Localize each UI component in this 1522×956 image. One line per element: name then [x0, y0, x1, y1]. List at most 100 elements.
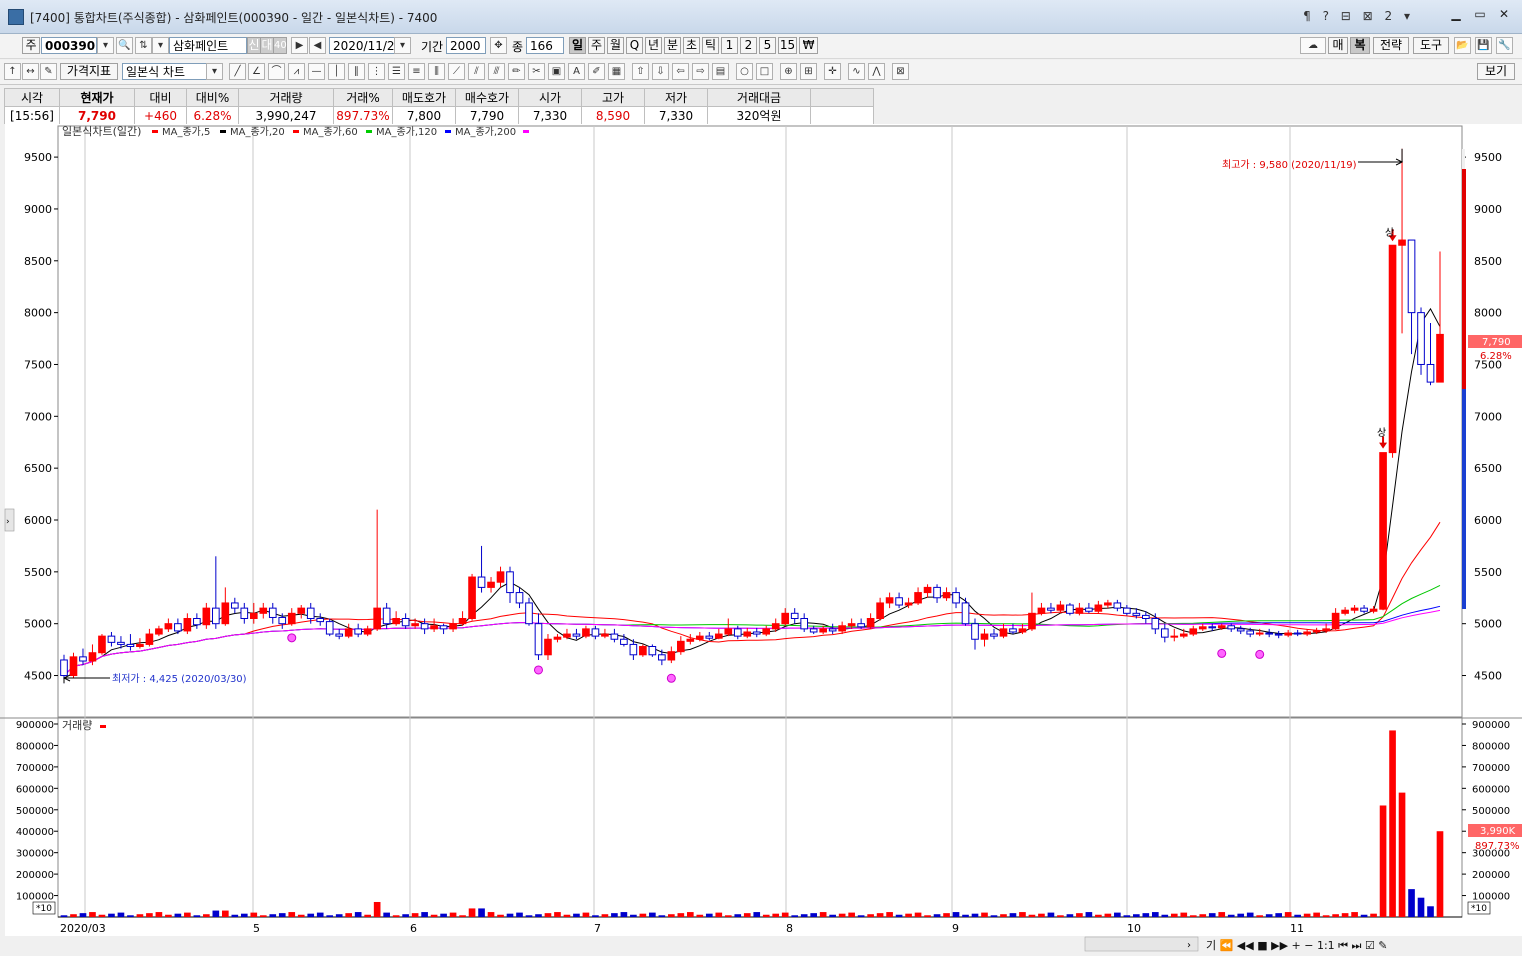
- memo-icon[interactable]: ▤: [712, 63, 729, 80]
- wave-icon[interactable]: ∿: [848, 63, 865, 80]
- scroll-right-icon[interactable]: ›: [1187, 940, 1191, 951]
- chart-area[interactable]: 4500 4500 5000 5000 5500 5500 6000 6000 6500 6500…: [0, 124, 1522, 953]
- color-icon[interactable]: ▣: [548, 63, 565, 80]
- fan-tool-icon[interactable]: ⩘: [288, 63, 305, 80]
- date-input[interactable]: 2020/11/26: [329, 37, 395, 54]
- maximize-button[interactable]: ▭: [1470, 6, 1490, 22]
- interval-year[interactable]: 년: [645, 37, 662, 54]
- volume-bar: [1095, 914, 1102, 917]
- expand-icon[interactable]: ↔: [22, 63, 39, 80]
- move-icon[interactable]: ✥: [490, 37, 507, 54]
- interval-quarter[interactable]: Q: [626, 37, 643, 54]
- trend-icon[interactable]: ⟋: [448, 63, 465, 80]
- interval-5[interactable]: 5: [759, 37, 776, 54]
- interval-second[interactable]: 초: [683, 37, 700, 54]
- tools-button[interactable]: 도구: [1413, 37, 1449, 54]
- edit-icon[interactable]: ✎: [40, 63, 57, 80]
- count-input[interactable]: 166: [526, 37, 564, 54]
- candle-body: [420, 623, 429, 630]
- circle-icon[interactable]: ○: [736, 63, 753, 80]
- volume-bar: [1341, 913, 1349, 917]
- volume-bar: [639, 913, 647, 917]
- interval-tick[interactable]: 틱: [702, 37, 719, 54]
- zoom-area-icon[interactable]: ⊞: [800, 63, 817, 80]
- close-button[interactable]: ✕: [1494, 6, 1514, 22]
- grid-icon[interactable]: ⋮: [368, 63, 385, 80]
- delete-all-icon[interactable]: ⊠: [892, 63, 909, 80]
- interval-15[interactable]: 15: [778, 37, 797, 54]
- volume-bar: [800, 914, 808, 917]
- price-volume-chart[interactable]: 4500 45005000 50005500 55006000 60006500 6500…: [0, 124, 1522, 953]
- playback-controls[interactable]: 기 ⏪ ◀◀ ■ ▶▶ + − 1:1 ⏮ ⏭ ☑ ✎: [1206, 939, 1388, 952]
- trade-button[interactable]: 매: [1328, 37, 1348, 54]
- image-icon[interactable]: ▦: [608, 63, 625, 80]
- candle-body: [515, 592, 524, 604]
- parallel-icon[interactable]: ⫽: [468, 63, 485, 80]
- indicator-button[interactable]: 가격지표: [60, 63, 118, 80]
- dropdown-icon[interactable]: ▾: [206, 63, 223, 80]
- volume-tick-label: 500000: [16, 806, 54, 817]
- candle-body: [212, 607, 220, 625]
- restore-button[interactable]: 복: [1350, 37, 1370, 54]
- note-icon[interactable]: ✐: [588, 63, 605, 80]
- dropdown-icon[interactable]: ▾: [152, 37, 169, 54]
- sort-icon[interactable]: ⇅: [135, 37, 152, 54]
- interval-minute[interactable]: 분: [664, 37, 681, 54]
- minimize-button[interactable]: ▁: [1446, 6, 1466, 22]
- vertical-line-icon[interactable]: │: [328, 63, 345, 80]
- gann-icon[interactable]: ⫻: [488, 63, 505, 80]
- zigzag-icon[interactable]: ⋀: [868, 63, 885, 80]
- interval-2[interactable]: 2: [740, 37, 757, 54]
- interval-month[interactable]: 월: [607, 37, 624, 54]
- title-tools[interactable]: ¶ ? ⊟ ⊠ 2 ▾: [1303, 9, 1414, 23]
- interval-1[interactable]: 1: [721, 37, 738, 54]
- dropdown-icon[interactable]: ▾: [97, 37, 114, 54]
- text-icon[interactable]: A: [568, 63, 585, 80]
- channel-icon[interactable]: ⫼: [428, 63, 445, 80]
- arc-tool-icon[interactable]: ⌒: [268, 63, 285, 80]
- zoom-icon[interactable]: ⊕: [780, 63, 797, 80]
- up-arrow-icon[interactable]: ↑: [4, 63, 21, 80]
- crosshair-icon[interactable]: ✛: [824, 63, 841, 80]
- save-icon[interactable]: 💾: [1475, 37, 1492, 54]
- arrow-right-icon[interactable]: ⇨: [692, 63, 709, 80]
- horizontal-line-icon[interactable]: —: [308, 63, 325, 80]
- period-input[interactable]: 2000: [446, 37, 486, 54]
- volume-bar: [297, 914, 305, 917]
- scrollbar[interactable]: [1084, 936, 1199, 952]
- upper-limit-mark: 상: [1377, 427, 1386, 439]
- interval-day[interactable]: 일: [569, 37, 586, 54]
- next-icon[interactable]: ▶: [291, 37, 308, 54]
- prev-icon[interactable]: ◀: [309, 37, 326, 54]
- code-input[interactable]: 000390: [41, 37, 97, 54]
- stock-name-field[interactable]: 삼화페인트: [169, 37, 247, 54]
- side-panel-toggle-icon[interactable]: ›: [6, 517, 10, 527]
- market-button[interactable]: 주: [22, 37, 40, 54]
- fibo-icon[interactable]: ☰: [388, 63, 405, 80]
- retrace-icon[interactable]: ≡: [408, 63, 425, 80]
- line-tool-icon[interactable]: ╱: [229, 63, 246, 80]
- arrow-left-icon[interactable]: ⇦: [672, 63, 689, 80]
- value-blank: [810, 106, 874, 125]
- volume-bar: [487, 912, 495, 917]
- strategy-button[interactable]: 전략: [1373, 37, 1409, 54]
- cycle-line-icon[interactable]: ∥: [348, 63, 365, 80]
- candle-body: [449, 623, 457, 630]
- arrow-up-icon[interactable]: ⇧: [632, 63, 649, 80]
- currency-button[interactable]: ₩: [799, 37, 818, 54]
- open-icon[interactable]: 📂: [1454, 37, 1471, 54]
- view-button[interactable]: 보기: [1477, 63, 1515, 80]
- wrench-icon[interactable]: 🔧: [1496, 37, 1513, 54]
- calendar-dropdown-icon[interactable]: ▾: [394, 37, 411, 54]
- rect-icon[interactable]: □: [756, 63, 773, 80]
- arrow-down-icon[interactable]: ⇩: [652, 63, 669, 80]
- eraser-icon[interactable]: ✂: [528, 63, 545, 80]
- angle-tool-icon[interactable]: ∠: [248, 63, 265, 80]
- volume-bar: [573, 913, 580, 917]
- candle-body: [752, 631, 761, 635]
- candle-body: [933, 586, 941, 599]
- cloud-icon[interactable]: ☁: [1300, 37, 1326, 54]
- interval-week[interactable]: 주: [588, 37, 605, 54]
- search-icon[interactable]: 🔍: [116, 37, 133, 54]
- pen-icon[interactable]: ✏: [508, 63, 525, 80]
